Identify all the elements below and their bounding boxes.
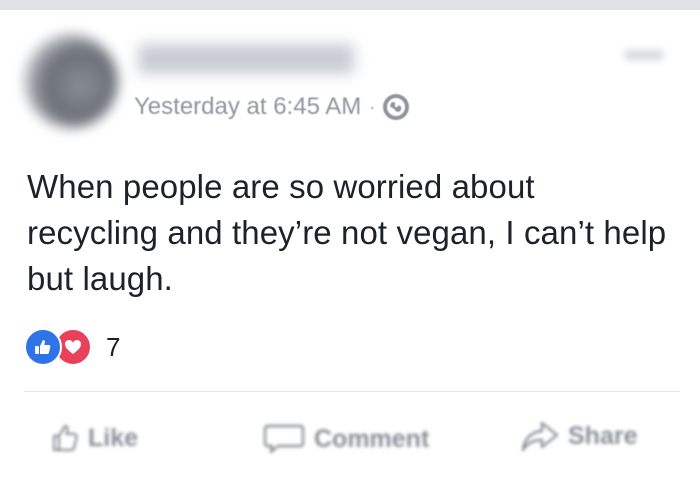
post-action-bar: Like Comment Share — [0, 415, 700, 475]
comment-button[interactable]: Comment — [262, 423, 429, 455]
reaction-summary[interactable]: 7 — [24, 328, 120, 366]
divider — [24, 391, 680, 392]
like-label: Like — [88, 423, 139, 452]
post-text: When people are so worried about recycli… — [27, 168, 667, 297]
share-label: Share — [568, 421, 638, 450]
meta-separator: · — [369, 96, 376, 117]
share-button[interactable]: Share — [520, 419, 637, 453]
thumbs-up-icon — [50, 423, 80, 453]
author-name-blurred[interactable] — [138, 44, 354, 74]
post-timestamp[interactable]: Yesterday at 6:45 AM — [134, 93, 361, 121]
globe-icon[interactable] — [383, 94, 410, 120]
reaction-count: 7 — [106, 331, 121, 362]
like-reaction-icon — [24, 328, 62, 366]
share-icon — [520, 419, 560, 453]
post-meta: Yesterday at 6:45 AM · — [134, 93, 410, 121]
comment-label: Comment — [314, 424, 430, 453]
facebook-post: Yesterday at 6:45 AM · When people are s… — [0, 0, 700, 477]
comment-icon — [262, 423, 306, 455]
more-options-icon[interactable] — [624, 50, 664, 60]
avatar[interactable] — [24, 34, 118, 128]
like-button[interactable]: Like — [50, 423, 138, 453]
